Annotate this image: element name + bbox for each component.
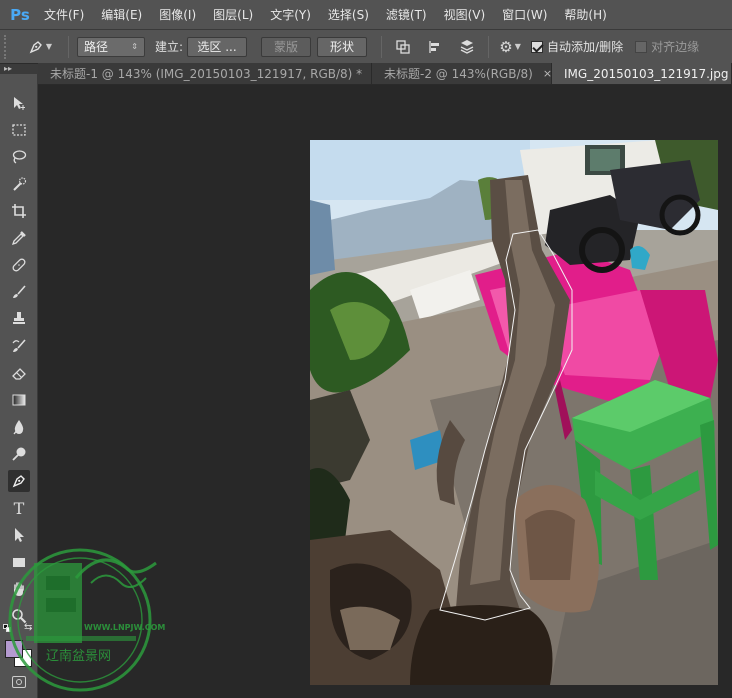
close-icon[interactable]: ×: [543, 67, 552, 80]
gear-icon: ⚙: [499, 37, 513, 56]
path-alignment-button[interactable]: [424, 36, 446, 58]
tool-preset-picker[interactable]: ▼: [20, 35, 60, 59]
crop-tool-button[interactable]: [8, 200, 30, 222]
chevron-down-icon: ▼: [514, 42, 521, 51]
document-tab-bar: 未标题-1 @ 143% (IMG_20150103_121917, RGB/8…: [38, 63, 732, 85]
make-mask-button[interactable]: 蒙版: [261, 36, 312, 57]
divider: [381, 35, 383, 58]
tool-mode-value: 路径: [84, 40, 109, 54]
path-alignment-icon: [429, 40, 440, 53]
photoshop-logo: Ps: [10, 5, 30, 24]
tab-document-3[interactable]: IMG_20150103_121917.jpg @: [552, 63, 732, 84]
gradient-tool-button[interactable]: [8, 389, 30, 411]
menu-edit[interactable]: 编辑(E): [101, 6, 142, 23]
make-shape-button[interactable]: 形状: [317, 36, 368, 57]
quick-select-tool-button[interactable]: [8, 173, 30, 195]
marquee-tool-button[interactable]: [8, 119, 30, 141]
menu-image[interactable]: 图像(I): [159, 6, 196, 23]
align-edges-label: 对齐边缘: [651, 40, 700, 54]
brush-tool-button[interactable]: [8, 281, 30, 303]
photo-image: [310, 140, 718, 685]
menu-view[interactable]: 视图(V): [444, 6, 486, 23]
eyedropper-tool-button[interactable]: [8, 227, 30, 249]
quick-select-tool-icon: [13, 177, 27, 191]
gear-settings-button[interactable]: ⚙ ▼: [499, 36, 521, 58]
tab-title: 未标题-2 @ 143%(RGB/8): [384, 67, 533, 81]
auto-add-delete-checkbox[interactable]: [531, 40, 544, 53]
options-bar: ▼ 路径 ⇕ 建立: 选区 ... 蒙版 形状 ⚙ ▼ 自动添加/删除 对齐边缘: [0, 30, 732, 64]
pen-tool-icon: [12, 475, 25, 488]
move-tool-button[interactable]: [8, 92, 30, 114]
dodge-tool-button[interactable]: [8, 443, 30, 465]
move-tool-icon: [14, 97, 25, 110]
gradient-tool-icon: [12, 394, 26, 406]
history-brush-button[interactable]: [8, 335, 30, 357]
menu-type[interactable]: 文字(Y): [270, 6, 311, 23]
eraser-tool-button[interactable]: [8, 362, 30, 384]
history-brush-icon: [12, 339, 26, 352]
document-canvas[interactable]: [310, 140, 718, 685]
path-operations-icon: [396, 39, 410, 54]
collapse-panel-icon[interactable]: ▸▸: [0, 64, 38, 74]
updown-arrows-icon: ⇕: [131, 42, 138, 51]
menu-help[interactable]: 帮助(H): [564, 6, 606, 23]
tab-document-2[interactable]: 未标题-2 @ 143%(RGB/8) ×: [372, 63, 552, 84]
divider: [488, 35, 490, 58]
menu-filter[interactable]: 滤镜(T): [386, 6, 427, 23]
chevron-down-icon: ▼: [45, 42, 53, 51]
tab-title: IMG_20150103_121917.jpg @: [564, 66, 732, 81]
path-arrangement-button[interactable]: [456, 36, 478, 58]
brush-tool-icon: [13, 285, 26, 298]
auto-add-delete-label: 自动添加/删除: [547, 40, 624, 54]
tab-title: 未标题-1 @ 143% (IMG_20150103_121917, RGB/8…: [50, 67, 363, 81]
make-label: 建立:: [155, 40, 184, 54]
menu-window[interactable]: 窗口(W): [502, 6, 547, 23]
marquee-tool-icon: [12, 124, 26, 136]
blur-tool-icon: [13, 420, 24, 435]
crop-tool-icon: [12, 204, 26, 218]
tool-mode-select[interactable]: 路径 ⇕: [77, 36, 145, 57]
make-selection-button[interactable]: 选区 ...: [187, 36, 248, 57]
menu-select[interactable]: 选择(S): [328, 6, 369, 23]
type-tool-icon[interactable]: T: [8, 497, 30, 519]
menu-bar: Ps 文件(F) 编辑(E) 图像(I) 图层(L) 文字(Y) 选择(S) 滤…: [0, 0, 732, 30]
options-bar-grip[interactable]: [4, 34, 10, 59]
clone-stamp-icon: [13, 312, 25, 324]
path-arrangement-icon: [460, 39, 474, 54]
clone-stamp-button[interactable]: [8, 308, 30, 330]
watermark-chinese-text: 辽南盆景网: [46, 648, 111, 664]
align-edges-checkbox[interactable]: [635, 40, 648, 53]
divider: [68, 35, 69, 58]
eraser-tool-icon: [12, 368, 26, 380]
pen-icon: [29, 40, 42, 53]
pen-tool-button[interactable]: [8, 470, 30, 492]
blur-tool-button[interactable]: [8, 416, 30, 438]
dodge-tool-icon: [12, 447, 26, 461]
menu-layer[interactable]: 图层(L): [213, 6, 253, 23]
site-watermark: WWW.LNPJW.COM 辽南盆景网: [6, 538, 166, 698]
lasso-tool-button[interactable]: [8, 146, 30, 168]
tab-document-1[interactable]: 未标题-1 @ 143% (IMG_20150103_121917, RGB/8…: [38, 63, 381, 84]
healing-brush-icon: [12, 258, 26, 272]
watermark-seal-icon: WWW.LNPJW.COM 辽南盆景网: [8, 548, 165, 692]
lasso-tool-icon: [12, 150, 27, 164]
watermark-url: WWW.LNPJW.COM: [84, 623, 165, 632]
path-operations-button[interactable]: [392, 36, 414, 58]
eyedropper-tool-icon: [11, 231, 26, 246]
healing-brush-button[interactable]: [8, 254, 30, 276]
menu-file[interactable]: 文件(F): [44, 6, 84, 23]
